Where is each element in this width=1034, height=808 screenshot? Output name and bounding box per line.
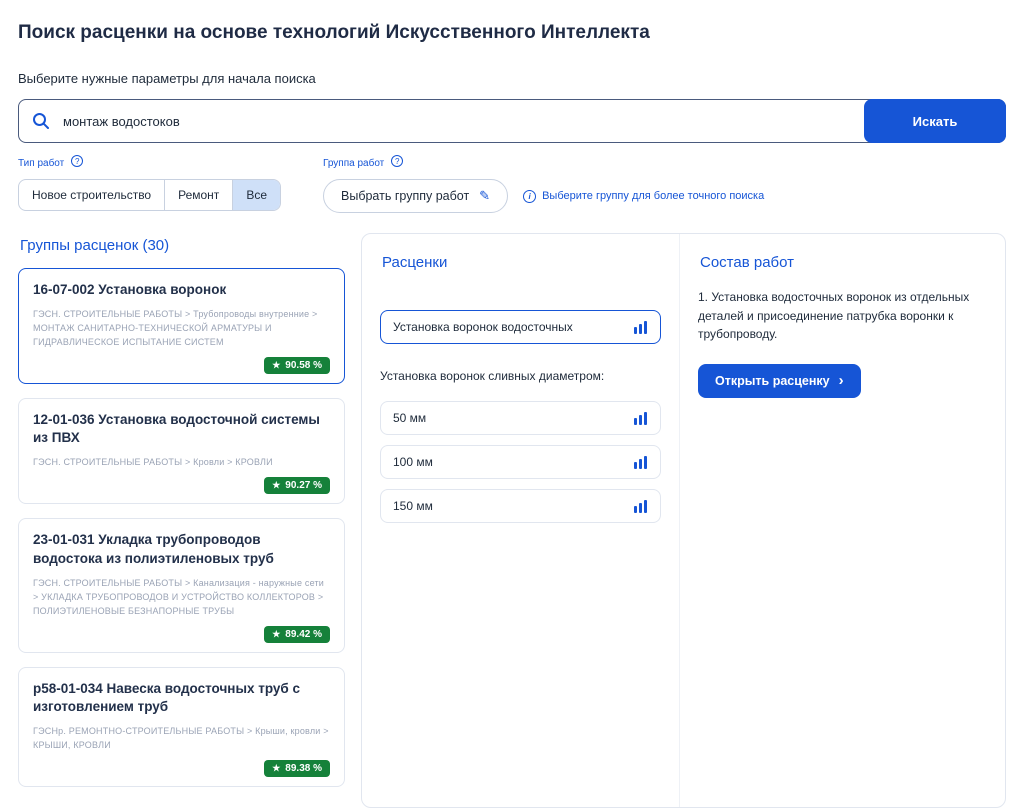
group-card[interactable]: 12-01-036 Установка водосточной системы … — [18, 398, 345, 505]
work-group-filter: Группа работ ? Выбрать группу работ ✎ i … — [323, 155, 765, 213]
work-group-label: Группа работ — [323, 158, 385, 169]
group-card-title: 16-07-002 Установка воронок — [33, 282, 227, 297]
work-group-help-icon[interactable]: ? — [391, 155, 404, 167]
group-card-path: ГЭСН. СТРОИТЕЛЬНЫЕ РАБОТЫ > Кровли > КРО… — [33, 457, 273, 468]
groups-column: Группы расценок (30) 16-07-002 Установка… — [18, 233, 345, 801]
rate-option[interactable]: 50 мм — [380, 401, 661, 435]
rate-option[interactable]: 150 мм — [380, 489, 661, 523]
results-area: Группы расценок (30) 16-07-002 Установка… — [18, 233, 1006, 808]
group-card-path: ГЭСН. СТРОИТЕЛЬНЫЕ РАБОТЫ > Канализация … — [33, 577, 325, 616]
match-badge: ★ 90.27 % — [264, 477, 330, 495]
bar-chart-icon — [634, 320, 648, 334]
match-badge: ★ 89.42 % — [264, 625, 330, 643]
rates-subheading: Установка воронок сливных диаметром: — [380, 369, 605, 383]
search-bar: Искать — [18, 99, 1006, 143]
match-value: 90.27 % — [285, 480, 322, 492]
rates-panel: Расценки Установка воронок водосточных У… — [361, 233, 1006, 808]
bar-chart-icon — [634, 499, 648, 513]
match-value: 89.38 % — [285, 762, 322, 774]
rate-option[interactable]: 100 мм — [380, 445, 661, 479]
open-rate-label: Открыть расценку — [715, 373, 830, 388]
match-value: 89.42 % — [285, 628, 322, 640]
select-work-group-label: Выбрать группу работ — [341, 189, 470, 203]
rate-option-label: 100 мм — [393, 455, 433, 469]
work-type-label: Тип работ — [18, 158, 65, 169]
rate-option-label: 50 мм — [393, 411, 427, 425]
group-card-title: р58-01-034 Навеска водосточных труб с из… — [33, 680, 301, 714]
group-hint: i Выберите группу для более точного поис… — [523, 189, 765, 203]
search-icon — [32, 112, 50, 130]
match-badge: ★ 90.58 % — [264, 357, 330, 375]
groups-heading: Группы расценок (30) — [20, 237, 170, 254]
page: Поиск расценки на основе технологий Иску… — [0, 0, 1034, 808]
composition-text: 1. Установка водосточных воронок из отде… — [698, 290, 970, 342]
page-subtitle: Выберите нужные параметры для начала пои… — [18, 71, 316, 86]
star-icon: ★ — [272, 628, 281, 639]
star-icon: ★ — [272, 762, 281, 773]
work-type-filter: Тип работ ? Новое строительство Ремонт В… — [18, 155, 281, 211]
pencil-icon: ✎ — [479, 188, 491, 203]
open-rate-button[interactable]: Открыть расценку › — [698, 363, 861, 398]
chevron-right-icon: › — [838, 371, 844, 389]
segment-all[interactable]: Все — [233, 180, 280, 210]
group-card[interactable]: р58-01-034 Навеска водосточных труб с из… — [18, 666, 345, 787]
star-icon: ★ — [272, 480, 281, 491]
work-type-help-icon[interactable]: ? — [71, 155, 84, 167]
rate-item-label: Установка воронок водосточных — [393, 320, 573, 334]
rate-item-selected[interactable]: Установка воронок водосточных — [380, 310, 661, 344]
group-hint-text: Выберите группу для более точного поиска — [542, 190, 765, 202]
rates-heading: Расценки — [382, 254, 448, 271]
rates-column: Расценки Установка воронок водосточных У… — [362, 234, 680, 807]
segment-repair[interactable]: Ремонт — [165, 180, 234, 210]
composition-heading: Состав работ — [700, 254, 795, 271]
composition-column: Состав работ 1. Установка водосточных во… — [680, 234, 1005, 807]
info-icon: i — [523, 189, 537, 203]
group-card-title: 23-01-031 Укладка трубопроводов водосток… — [33, 532, 274, 566]
match-badge: ★ 89.38 % — [264, 759, 330, 777]
work-type-segmented-control: Новое строительство Ремонт Все — [18, 179, 281, 211]
match-value: 90.58 % — [285, 360, 322, 372]
rate-option-label: 150 мм — [393, 499, 433, 513]
group-card-title: 12-01-036 Установка водосточной системы … — [33, 412, 320, 446]
filters-row: Тип работ ? Новое строительство Ремонт В… — [18, 155, 1006, 213]
segment-new-construction[interactable]: Новое строительство — [19, 180, 166, 210]
select-work-group-button[interactable]: Выбрать группу работ ✎ — [323, 179, 509, 213]
group-card-path: ГЭСНр. РЕМОНТНО-СТРОИТЕЛЬНЫЕ РАБОТЫ > Кр… — [33, 726, 329, 751]
page-title: Поиск расценки на основе технологий Иску… — [18, 22, 650, 43]
star-icon: ★ — [272, 360, 281, 371]
bar-chart-icon — [634, 455, 648, 469]
search-button[interactable]: Искать — [864, 99, 1006, 143]
group-card[interactable]: 16-07-002 Установка воронок ГЭСН. СТРОИТ… — [18, 268, 345, 385]
group-card-path: ГЭСН. СТРОИТЕЛЬНЫЕ РАБОТЫ > Трубопроводы… — [33, 309, 318, 348]
bar-chart-icon — [634, 411, 648, 425]
group-card[interactable]: 23-01-031 Укладка трубопроводов водосток… — [18, 518, 345, 653]
search-input[interactable] — [18, 99, 1006, 143]
